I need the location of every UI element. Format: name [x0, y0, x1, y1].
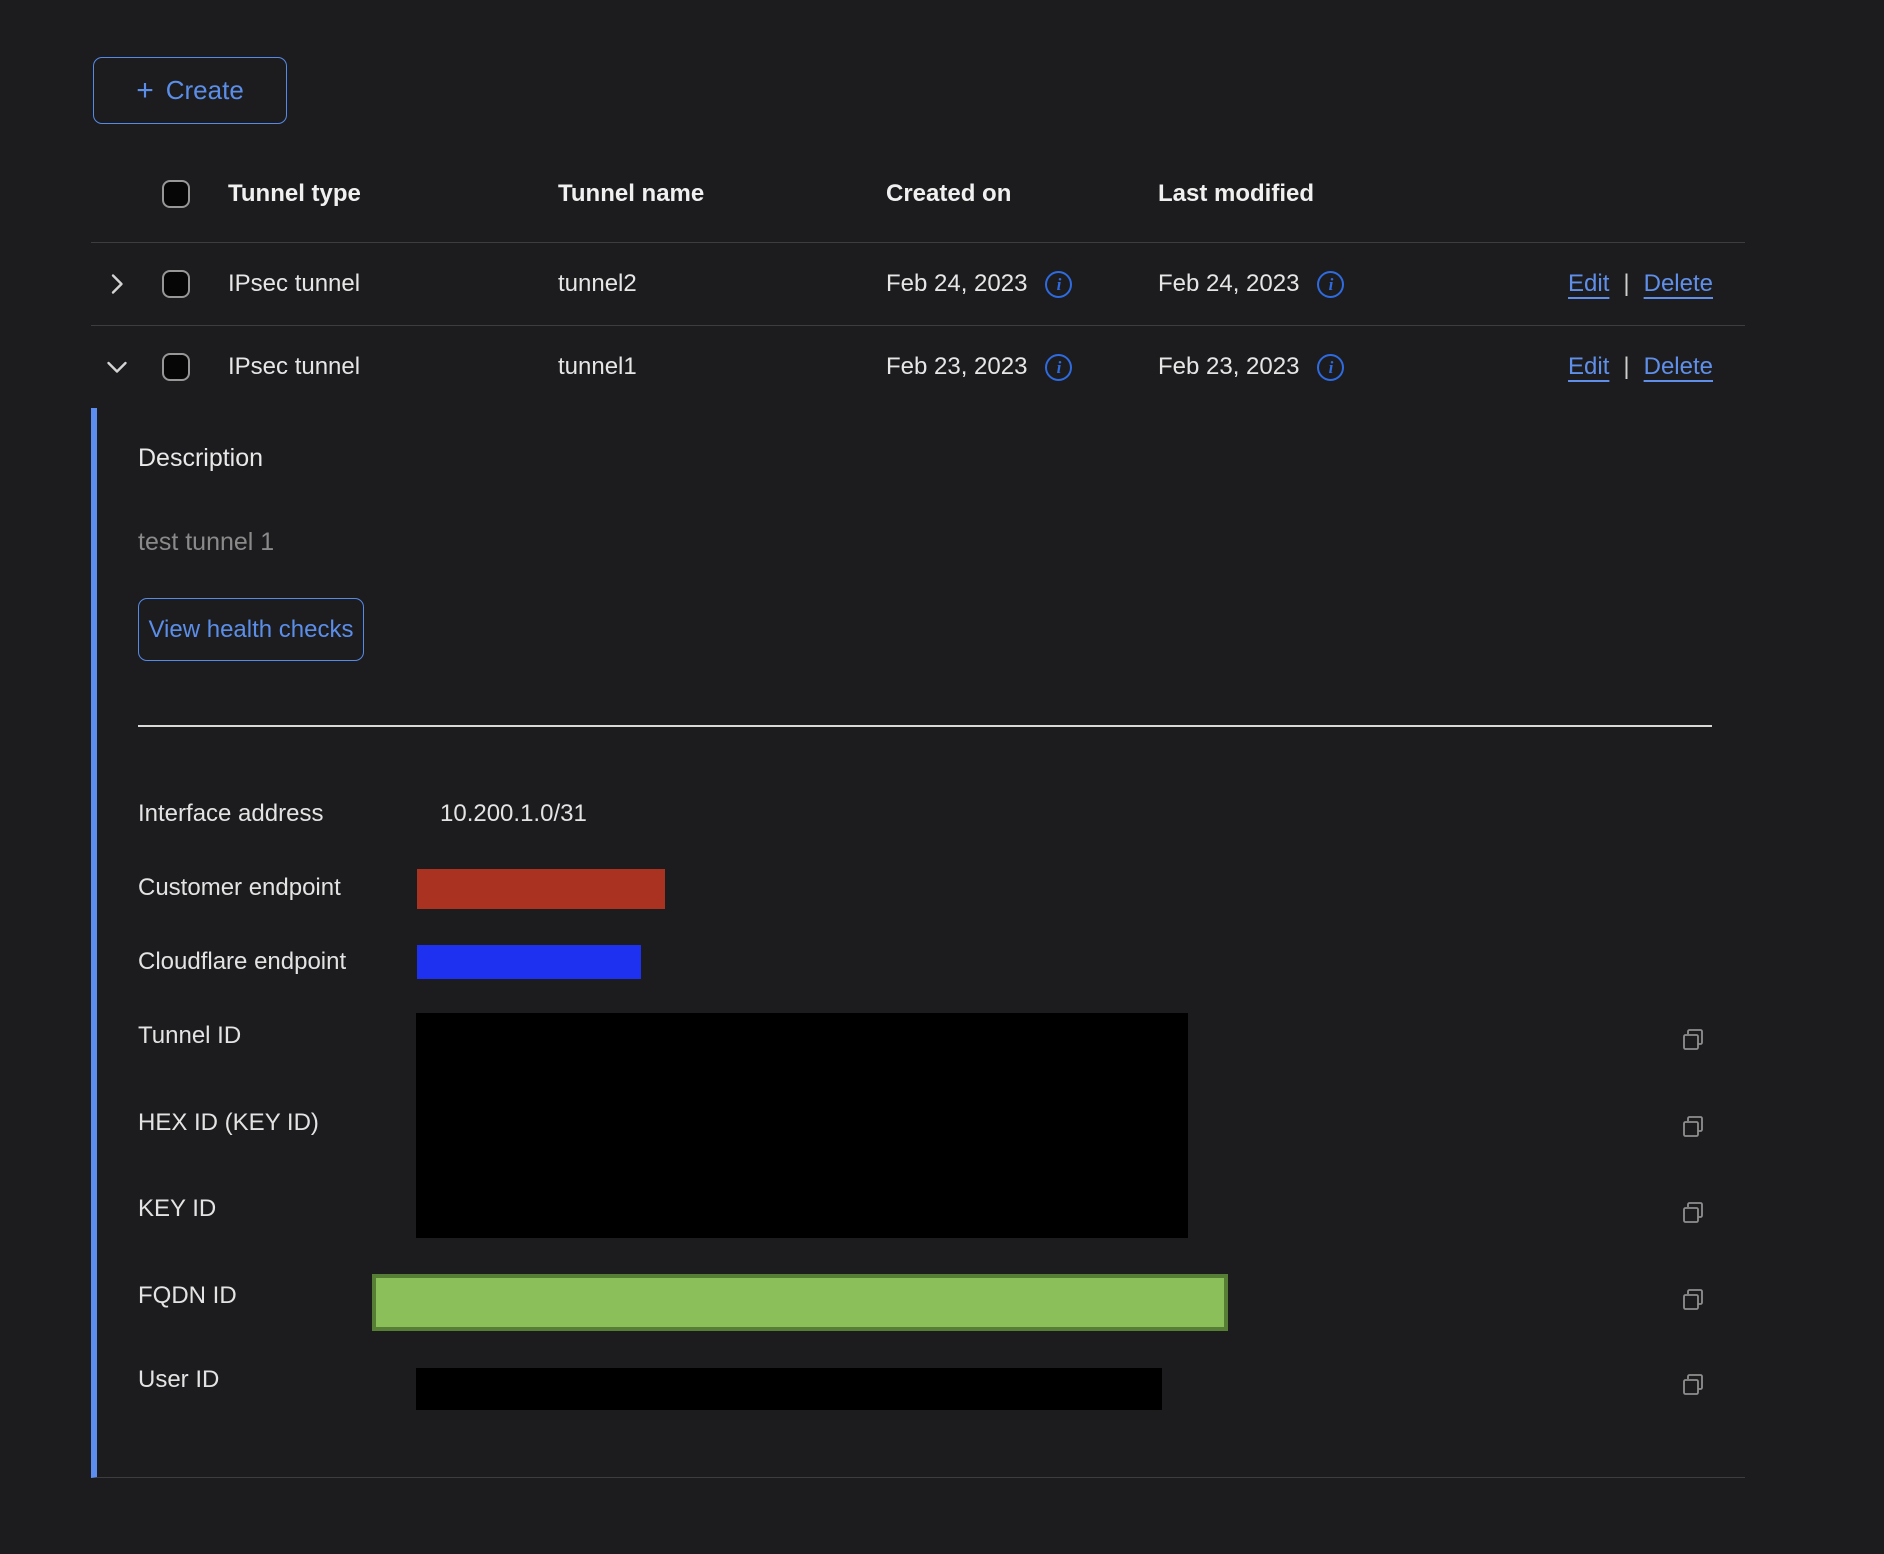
tunnel-id-label: Tunnel ID: [138, 1022, 241, 1050]
action-separator: |: [1623, 353, 1629, 381]
copy-user-id-button[interactable]: [1677, 1369, 1709, 1401]
tunnel-name-cell: tunnel1: [558, 326, 637, 408]
copy-fqdn-id-button[interactable]: [1677, 1284, 1709, 1316]
last-modified-cell: Feb 24, 2023: [1158, 270, 1299, 298]
header-tunnel-name: Tunnel name: [558, 146, 704, 242]
created-on-cell: Feb 23, 2023: [886, 353, 1027, 381]
description-label: Description: [138, 444, 263, 473]
tunnel-name-cell: tunnel2: [558, 243, 637, 325]
header-last-modified: Last modified: [1158, 146, 1314, 242]
tunnel-type-cell: IPsec tunnel: [228, 243, 360, 325]
divider: [138, 725, 1712, 727]
key-id-label: KEY ID: [138, 1195, 216, 1223]
tunnel-type-cell: IPsec tunnel: [228, 326, 360, 408]
create-button[interactable]: + Create: [93, 57, 287, 124]
action-separator: |: [1623, 270, 1629, 298]
user-id-redacted-value: [416, 1368, 1162, 1410]
customer-endpoint-redacted-value: [417, 869, 665, 909]
hex-id-label: HEX ID (KEY ID): [138, 1109, 319, 1137]
last-modified-cell: Feb 23, 2023: [1158, 353, 1299, 381]
info-icon[interactable]: [1317, 271, 1344, 298]
interface-address-label: Interface address: [138, 800, 323, 828]
table-header-row: Tunnel type Tunnel name Created on Last …: [91, 146, 1745, 243]
copy-tunnel-id-button[interactable]: [1677, 1024, 1709, 1056]
copy-key-id-button[interactable]: [1677, 1197, 1709, 1229]
tunnels-page: { "colors": { "background": "#1c1c1e", "…: [0, 0, 1884, 1554]
description-value: test tunnel 1: [138, 528, 274, 557]
edit-link[interactable]: Edit: [1568, 270, 1609, 298]
delete-link[interactable]: Delete: [1644, 353, 1713, 381]
select-all-checkbox[interactable]: [162, 180, 190, 208]
expand-chevron-right-icon[interactable]: [99, 243, 135, 325]
interface-address-value: 10.200.1.0/31: [440, 800, 587, 828]
header-created-on: Created on: [886, 146, 1011, 242]
user-id-label: User ID: [138, 1366, 219, 1394]
info-icon[interactable]: [1045, 354, 1072, 381]
info-icon[interactable]: [1317, 354, 1344, 381]
header-tunnel-type: Tunnel type: [228, 146, 361, 242]
plus-icon: +: [136, 76, 154, 106]
created-on-cell: Feb 24, 2023: [886, 270, 1027, 298]
cloudflare-endpoint-label: Cloudflare endpoint: [138, 948, 346, 976]
copy-hex-id-button[interactable]: [1677, 1111, 1709, 1143]
view-health-checks-button[interactable]: View health checks: [138, 598, 364, 661]
ids-redacted-value: [416, 1013, 1188, 1238]
fqdn-id-redacted-value: [372, 1274, 1228, 1331]
cloudflare-endpoint-redacted-value: [417, 945, 641, 979]
table-row: IPsec tunnel tunnel2 Feb 24, 2023 Feb 24…: [91, 243, 1745, 326]
tunnel-detail-panel: Description test tunnel 1 View health ch…: [91, 408, 1745, 1478]
edit-link[interactable]: Edit: [1568, 353, 1609, 381]
fqdn-id-label: FQDN ID: [138, 1282, 237, 1310]
table-row: IPsec tunnel tunnel1 Feb 23, 2023 Feb 23…: [91, 326, 1745, 408]
row-checkbox[interactable]: [162, 353, 190, 381]
info-icon[interactable]: [1045, 271, 1072, 298]
delete-link[interactable]: Delete: [1644, 270, 1713, 298]
row-checkbox[interactable]: [162, 270, 190, 298]
create-button-label: Create: [166, 75, 244, 106]
customer-endpoint-label: Customer endpoint: [138, 874, 341, 902]
collapse-chevron-down-icon[interactable]: [99, 326, 135, 408]
